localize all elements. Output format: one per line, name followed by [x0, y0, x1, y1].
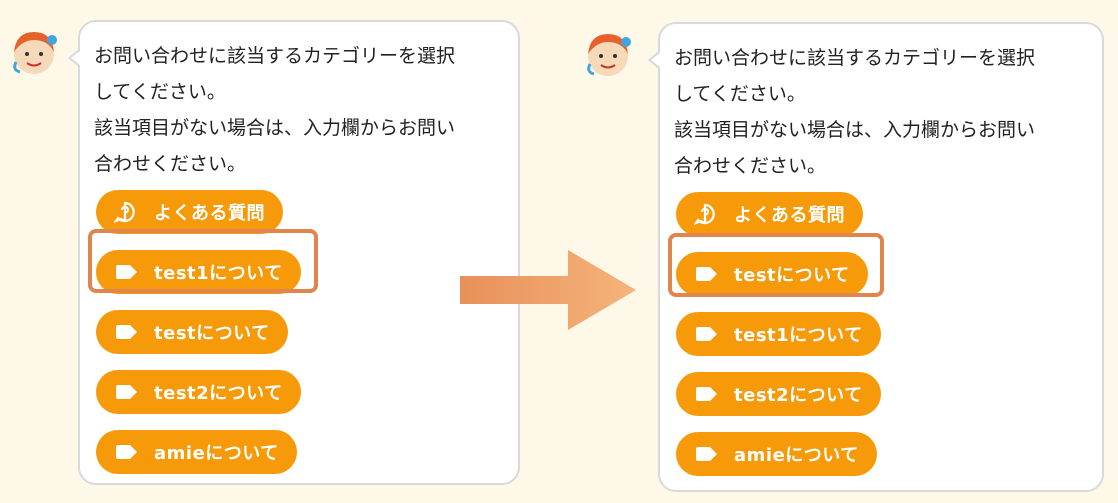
- tag-icon: [694, 384, 718, 404]
- transition-arrow: [460, 250, 636, 334]
- faq-button[interactable]: よくある質問: [676, 192, 863, 236]
- arrow-right-icon: [460, 250, 636, 330]
- chatbot-avatar: [582, 28, 634, 80]
- faq-button[interactable]: よくある質問: [96, 190, 283, 234]
- category-button-amie[interactable]: amieについて: [96, 430, 297, 474]
- message-line: お問い合わせに該当するカテゴリーを選択: [674, 47, 1036, 69]
- message-line: お問い合わせに該当するカテゴリーを選択: [94, 45, 456, 67]
- question-circle-icon: [114, 201, 138, 223]
- message-line: 該当項目がない場合は、入力欄からお問い: [674, 119, 1036, 141]
- option-label: よくある質問: [154, 203, 265, 224]
- option-label: amieについて: [154, 443, 279, 464]
- option-label: amieについて: [734, 445, 859, 466]
- highlight-box-after: [668, 233, 884, 297]
- option-label: testについて: [154, 323, 270, 344]
- category-button-test[interactable]: testについて: [96, 310, 288, 354]
- question-circle-icon: [694, 203, 718, 225]
- tag-icon: [114, 322, 138, 342]
- option-label: よくある質問: [734, 205, 845, 226]
- option-label: test1について: [734, 325, 863, 346]
- category-button-amie[interactable]: amieについて: [676, 432, 877, 476]
- option-label: test2について: [734, 385, 863, 406]
- mascot-icon: [13, 32, 57, 74]
- category-button-test2[interactable]: test2について: [676, 372, 881, 416]
- tag-icon: [694, 324, 718, 344]
- message-line: 合わせください。: [674, 155, 827, 177]
- highlight-box-before: [88, 229, 318, 293]
- tag-icon: [694, 444, 718, 464]
- category-button-test1[interactable]: test1について: [676, 312, 881, 356]
- tag-icon: [114, 382, 138, 402]
- message-line: してください。: [94, 81, 226, 103]
- message-line: してください。: [674, 83, 806, 105]
- tag-icon: [114, 442, 138, 462]
- bot-message: お問い合わせに該当するカテゴリーを選択 してください。 該当項目がない場合は、入…: [674, 40, 1102, 184]
- category-button-test2[interactable]: test2について: [96, 370, 301, 414]
- mascot-icon: [587, 34, 631, 76]
- message-line: 合わせください。: [94, 153, 247, 175]
- message-line: 該当項目がない場合は、入力欄からお問い: [94, 117, 456, 139]
- option-label: test2について: [154, 383, 283, 404]
- bot-message: お問い合わせに該当するカテゴリーを選択 してください。 該当項目がない場合は、入…: [94, 38, 518, 182]
- chatbot-avatar: [8, 26, 60, 78]
